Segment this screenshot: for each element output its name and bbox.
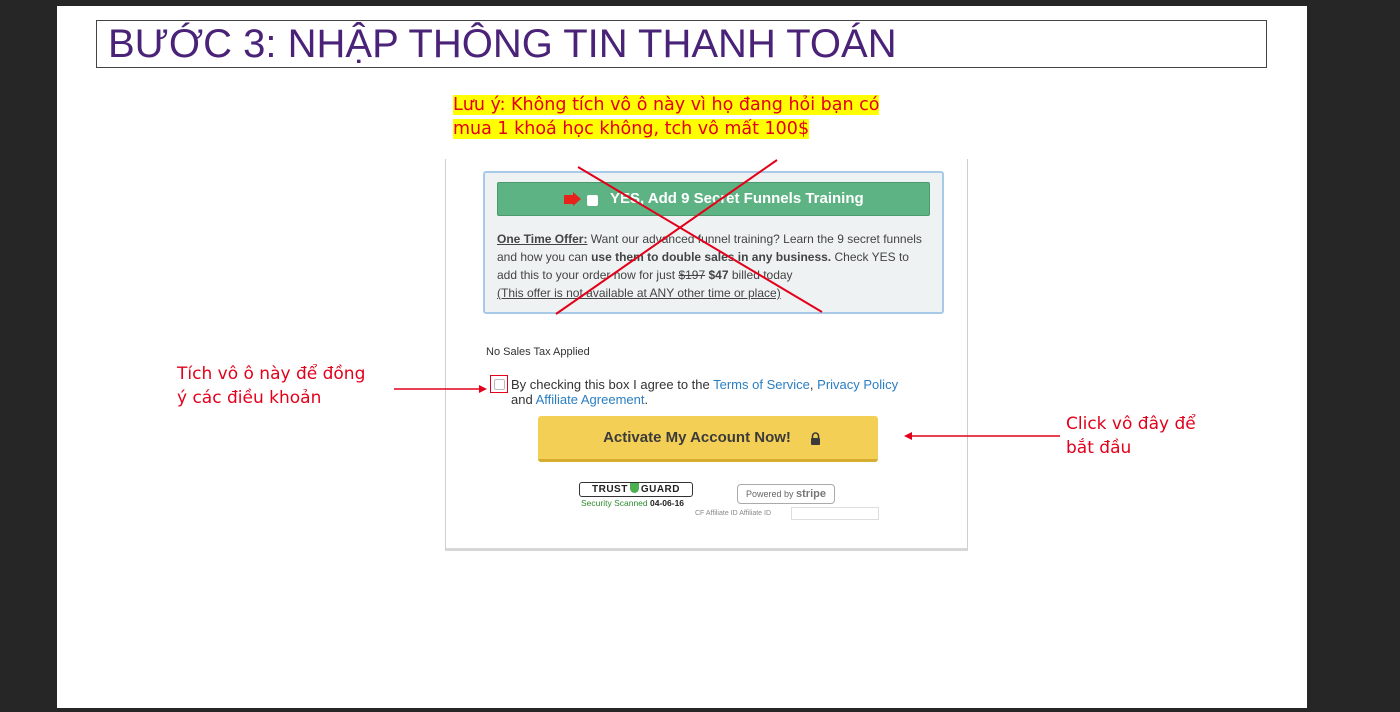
- title-box: BƯỚC 3: NHẬP THÔNG TIN THANH TOÁN: [96, 20, 1267, 68]
- offer-disclaimer: (This offer is not available at ANY othe…: [497, 286, 781, 300]
- trustguard-seal: TRUST GUARD Security Scanned 04-06-16: [579, 482, 693, 508]
- offer-text-3: billed today: [728, 268, 793, 282]
- lock-icon: [811, 432, 820, 445]
- affiliate-link[interactable]: Affiliate Agreement: [536, 392, 645, 407]
- annotation-right-line1: Click vô đây để: [1066, 414, 1196, 434]
- tax-note: No Sales Tax Applied: [486, 346, 590, 358]
- warning-note-line1: Lưu ý: Không tích vô ô này vì họ đang hỏ…: [453, 95, 880, 115]
- agree-prefix: By checking this box I agree to the: [511, 377, 714, 392]
- slide-title: BƯỚC 3: NHẬP THÔNG TIN THANH TOÁN: [108, 22, 897, 66]
- affiliate-id-input[interactable]: [791, 507, 879, 520]
- annotation-left-line1: Tích vô ô này để đồng: [177, 364, 366, 384]
- new-price: $47: [708, 268, 729, 282]
- upsell-offer-box: YES, Add 9 Secret Funnels Training One T…: [483, 171, 944, 314]
- agree-checkbox[interactable]: [490, 375, 508, 393]
- agree-and: and: [511, 392, 536, 407]
- activate-account-button[interactable]: Activate My Account Now!: [538, 416, 878, 462]
- trust-right: GUARD: [640, 484, 680, 495]
- annotation-right-line2: bắt đầu: [1066, 438, 1132, 458]
- activate-label: Activate My Account Now!: [603, 429, 791, 446]
- trust-sub: Security Scanned 04-06-16: [581, 498, 693, 508]
- annotation-left: Tích vô ô này để đồng ý các điều khoản: [177, 362, 365, 410]
- terms-link[interactable]: Terms of Service: [713, 377, 810, 392]
- old-price: $197: [678, 268, 706, 282]
- stripe-prefix: Powered by: [746, 489, 797, 499]
- yes-upsell-button[interactable]: YES, Add 9 Secret Funnels Training: [497, 182, 930, 216]
- privacy-link[interactable]: Privacy Policy: [817, 377, 898, 392]
- shield-icon: [629, 483, 639, 493]
- stripe-brand: stripe: [796, 488, 826, 500]
- trust-date: 04-06-16: [650, 498, 685, 508]
- warning-note: Lưu ý: Không tích vô ô này vì họ đang hỏ…: [453, 93, 880, 141]
- trust-left: TRUST: [591, 484, 628, 495]
- slide: BƯỚC 3: NHẬP THÔNG TIN THANH TOÁN Lưu ý:…: [57, 6, 1307, 708]
- checkout-panel: YES, Add 9 Secret Funnels Training One T…: [445, 159, 968, 551]
- yes-upsell-label: YES, Add 9 Secret Funnels Training: [610, 190, 864, 207]
- agree-text: By checking this box I agree to the Term…: [511, 377, 931, 407]
- agree-period: .: [644, 392, 649, 407]
- upsell-checkbox[interactable]: [587, 195, 598, 206]
- warning-note-line2: mua 1 khoá học không, tch vô mất 100$: [453, 119, 810, 139]
- annotation-left-line2: ý các điều khoản: [177, 388, 322, 408]
- offer-text-bold: use them to double sales in any business…: [591, 250, 832, 264]
- stripe-badge: Powered by stripe: [737, 484, 835, 504]
- offer-description: One Time Offer: Want our advanced funnel…: [497, 230, 927, 302]
- offer-heading: One Time Offer:: [497, 232, 588, 246]
- trustguard-badge: TRUST GUARD: [579, 482, 693, 497]
- annotation-right: Click vô đây để bắt đầu: [1066, 412, 1196, 460]
- affiliate-id-label: CF Affiliate ID Affiliate ID: [695, 510, 771, 517]
- trust-sub-text: Security Scanned: [581, 498, 648, 508]
